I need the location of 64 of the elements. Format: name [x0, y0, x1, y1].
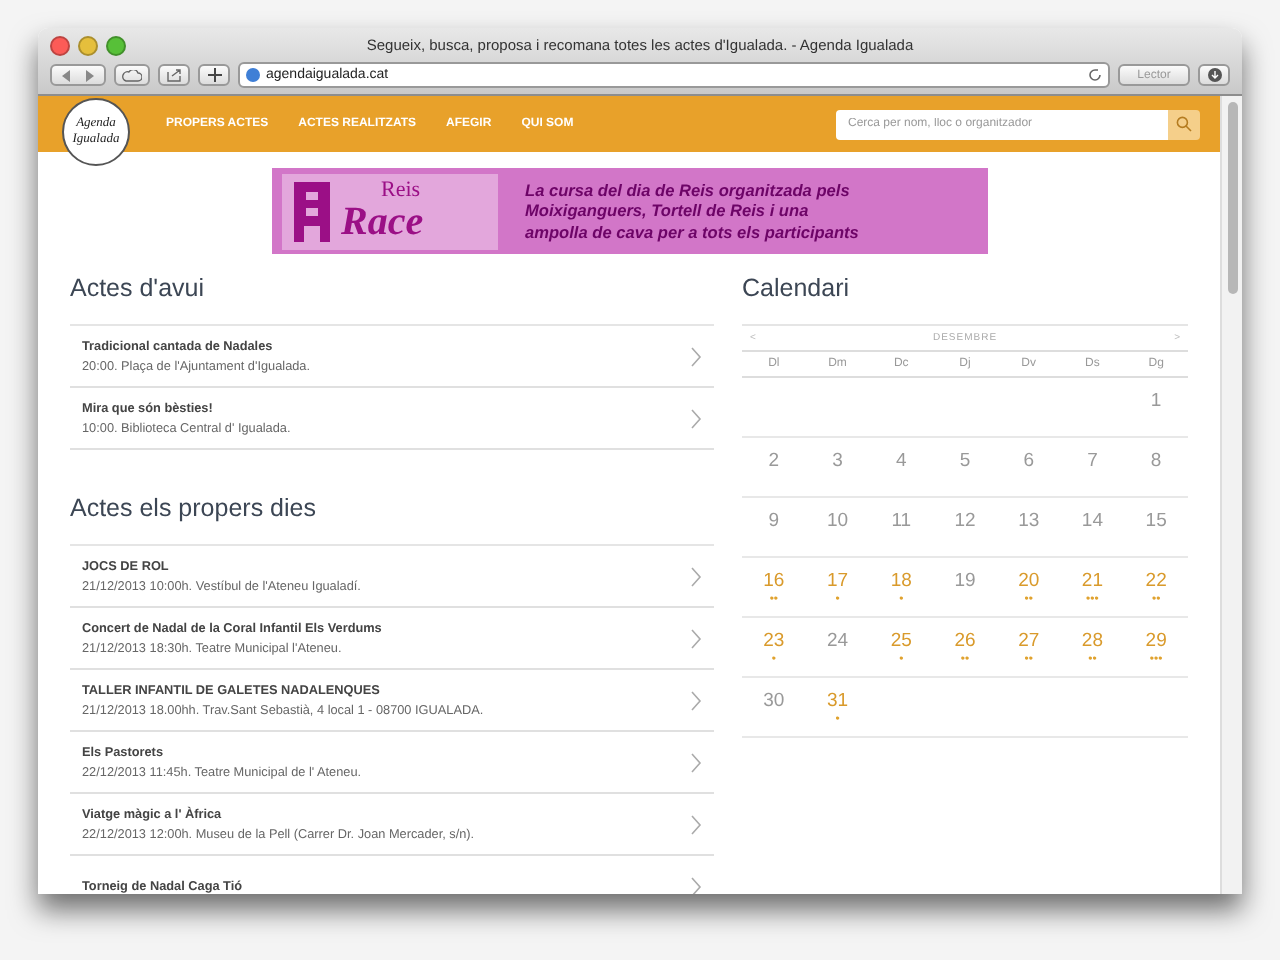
- reload-icon: [1088, 68, 1102, 82]
- calendar-day[interactable]: 22: [1145, 570, 1167, 592]
- chevron-right-icon: [690, 813, 702, 835]
- downloads-button[interactable]: [1198, 64, 1230, 86]
- section-title: Calendari: [742, 274, 852, 302]
- search-button[interactable]: [1168, 109, 1200, 139]
- calendar-day[interactable]: 8: [1150, 450, 1162, 472]
- calendar-day[interactable]: 28: [1081, 630, 1103, 652]
- calendar-day[interactable]: 29: [1145, 630, 1167, 652]
- calendar-day[interactable]: 15: [1145, 510, 1167, 532]
- zoom-icon[interactable]: [106, 35, 126, 55]
- download-icon: [1207, 68, 1221, 82]
- calendar-day[interactable]: 11: [891, 510, 912, 532]
- chevron-right-icon: [690, 875, 702, 894]
- share-button[interactable]: [158, 64, 190, 86]
- advert-banner[interactable]: Reis Race La cursa del dia de Reis organitzada pels Moixiganguers, Tortell de Reis i una ampolla de cava per a tots els participants: [271, 168, 987, 254]
- calendar-day[interactable]: 23: [763, 630, 785, 652]
- cloud-button[interactable]: [114, 64, 150, 86]
- section-title: Actes d'avui: [70, 274, 207, 302]
- banner-logo-text: Race: [341, 202, 424, 242]
- calendar-day[interactable]: 30: [763, 690, 785, 712]
- calendar-day[interactable]: 4: [895, 450, 907, 472]
- new-tab-button[interactable]: [198, 64, 230, 86]
- back-forward-button[interactable]: [50, 64, 106, 86]
- calendar-day[interactable]: 16: [763, 570, 785, 592]
- close-icon[interactable]: [50, 35, 70, 55]
- chevron-right-icon: [690, 407, 702, 429]
- calendar-day[interactable]: 3: [832, 450, 843, 472]
- back-forward-icon: [60, 69, 96, 81]
- calendar-day[interactable]: 31: [826, 690, 849, 712]
- banner-logo-text: Reis: [381, 180, 423, 202]
- chevron-right-icon: [690, 751, 702, 773]
- chevron-right-icon: [690, 565, 702, 587]
- chevron-right-icon: [690, 627, 702, 649]
- minimize-icon[interactable]: [78, 35, 98, 55]
- calendar-day[interactable]: 26: [954, 630, 976, 652]
- calendar-day[interactable]: 14: [1081, 510, 1103, 532]
- chevron-right-icon: [690, 689, 702, 711]
- calendar-day[interactable]: 19: [954, 570, 976, 592]
- calendar-day[interactable]: 7: [1087, 450, 1098, 472]
- calendar-day[interactable]: 18: [890, 570, 912, 592]
- calendar-day[interactable]: 17: [826, 570, 849, 592]
- calendar-day[interactable]: 2: [768, 450, 780, 472]
- calendar-day[interactable]: 24: [826, 630, 849, 652]
- banner-text: La cursa del dia de Reis organitzada pels Moixiganguers, Tortell de Reis i una ampolla de cava per a tots els participants: [523, 179, 861, 243]
- chevron-right-icon: [690, 345, 702, 367]
- calendar-day[interactable]: 21: [1081, 570, 1103, 592]
- calendar-day[interactable]: 1: [1150, 390, 1162, 412]
- calendar-day[interactable]: 5: [959, 450, 971, 472]
- calendar-day[interactable]: 12: [954, 510, 976, 532]
- section-title: Actes els propers dies: [70, 494, 318, 522]
- globe-icon: [246, 68, 260, 82]
- calendar-day[interactable]: 10: [826, 510, 849, 532]
- calendar-day[interactable]: 9: [768, 510, 780, 532]
- cloud-icon: [122, 69, 142, 81]
- calendar-day[interactable]: 27: [1018, 630, 1040, 652]
- calendar-day[interactable]: 20: [1018, 570, 1040, 592]
- plus-icon: [207, 68, 221, 82]
- tower-icon: [289, 181, 333, 241]
- calendar-day[interactable]: 6: [1023, 450, 1034, 472]
- calendar-day[interactable]: 13: [1018, 510, 1040, 532]
- search-icon: [1176, 116, 1192, 132]
- share-icon: [166, 68, 182, 82]
- calendar-day[interactable]: 25: [890, 630, 912, 652]
